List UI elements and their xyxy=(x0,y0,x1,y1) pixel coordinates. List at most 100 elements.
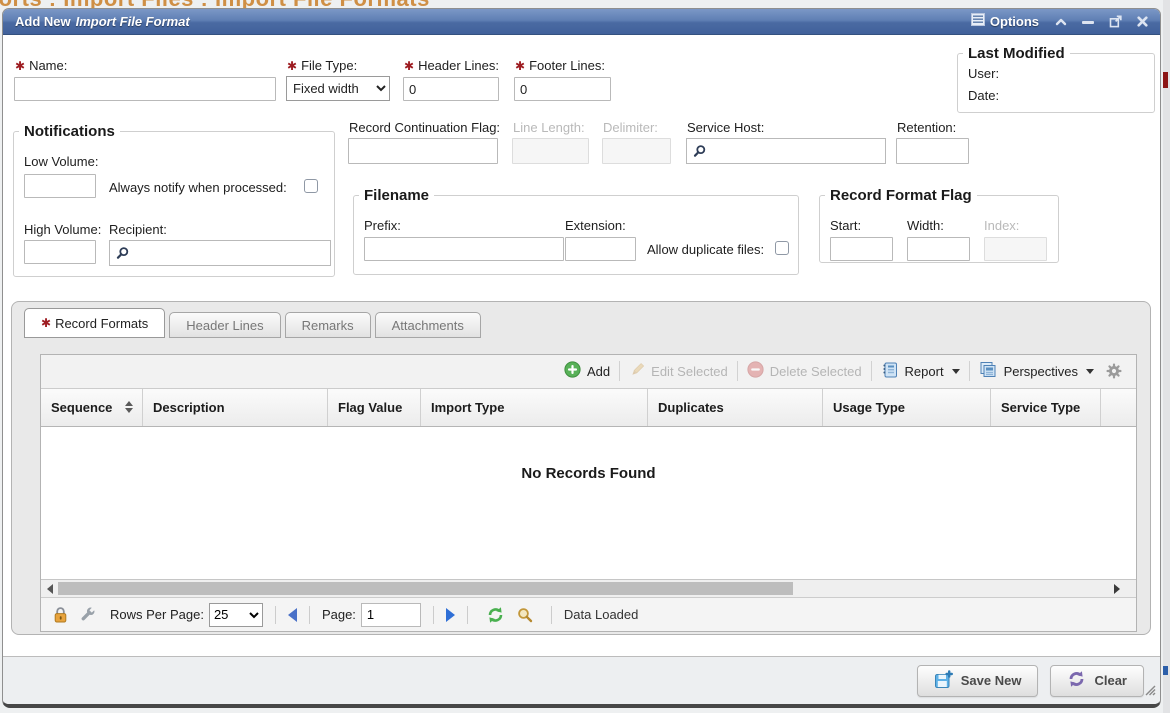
last-modified-legend: Last Modified xyxy=(963,45,1070,62)
start-label: Start: xyxy=(830,218,861,233)
last-modified-date-label: Date: xyxy=(968,88,999,103)
service-host-input[interactable] xyxy=(686,138,886,164)
grid-body: No Records Found xyxy=(41,427,1136,580)
clear-icon xyxy=(1067,670,1086,691)
always-notify-label: Always notify when processed: xyxy=(109,180,287,195)
save-new-button[interactable]: Save New xyxy=(917,665,1039,697)
tab-row: ✱Record Formats Header Lines Remarks Att… xyxy=(24,308,485,338)
service-host-lookup xyxy=(686,138,886,164)
index-input xyxy=(984,237,1047,261)
tab-attachments[interactable]: Attachments xyxy=(375,312,481,338)
popout-icon[interactable] xyxy=(1109,15,1122,28)
add-import-file-format-dialog: Add NewImport File Format Options xyxy=(2,8,1161,708)
extension-input[interactable] xyxy=(565,237,636,261)
tab-panel: ✱Record Formats Header Lines Remarks Att… xyxy=(11,301,1151,635)
record-formats-grid: Add Edit Selected Delete Selected xyxy=(40,354,1137,632)
page-input[interactable] xyxy=(361,603,421,627)
delimiter-input xyxy=(602,138,671,164)
rows-per-page-select[interactable]: 25 xyxy=(209,603,263,627)
close-icon[interactable] xyxy=(1137,16,1148,27)
grid-settings-gear-icon[interactable] xyxy=(1106,363,1122,379)
extension-label: Extension: xyxy=(565,218,626,233)
retention-label: Retention: xyxy=(897,120,956,135)
record-continuation-flag-input[interactable] xyxy=(348,138,498,164)
scrollbar-thumb[interactable] xyxy=(58,582,793,595)
horizontal-scrollbar xyxy=(41,579,1136,597)
options-button[interactable]: Options xyxy=(971,13,1039,31)
footer-lines-label: ✱Footer Lines: xyxy=(515,58,605,73)
grid-toolbar: Add Edit Selected Delete Selected xyxy=(41,355,1136,389)
dialog-titlebar: Add NewImport File Format Options xyxy=(3,9,1160,35)
report-button[interactable]: Report xyxy=(881,361,960,382)
column-header-description[interactable]: Description xyxy=(143,389,328,426)
filename-legend: Filename xyxy=(359,187,434,204)
tab-record-formats[interactable]: ✱Record Formats xyxy=(24,308,165,338)
delete-icon xyxy=(747,361,764,381)
clear-button[interactable]: Clear xyxy=(1050,665,1144,697)
column-header-sequence[interactable]: Sequence xyxy=(41,389,143,426)
lock-icon[interactable] xyxy=(53,606,68,623)
recipient-input[interactable] xyxy=(109,240,331,266)
prefix-input[interactable] xyxy=(364,237,564,261)
page-label: Page: xyxy=(322,607,356,622)
high-volume-input[interactable] xyxy=(24,240,96,264)
delete-selected-button[interactable]: Delete Selected xyxy=(747,361,862,381)
edit-icon xyxy=(629,362,645,381)
start-input[interactable] xyxy=(830,237,893,261)
add-button[interactable]: Add xyxy=(564,361,610,381)
rows-per-page-label: Rows Per Page: xyxy=(110,607,204,622)
tab-header-lines[interactable]: Header Lines xyxy=(169,312,280,338)
low-volume-label: Low Volume: xyxy=(24,154,98,169)
previous-page-icon[interactable] xyxy=(288,608,297,622)
report-caret-icon xyxy=(952,369,960,374)
retention-input[interactable] xyxy=(896,138,969,164)
grid-header-row: Sequence Description Flag Value Import T… xyxy=(41,389,1136,427)
record-format-flag-legend: Record Format Flag xyxy=(825,187,977,204)
always-notify-checkbox[interactable] xyxy=(304,179,318,193)
background-fragment xyxy=(1163,666,1168,675)
collapse-icon[interactable] xyxy=(1055,18,1067,26)
background-fragment xyxy=(1163,72,1168,88)
notifications-group: Notifications Low Volume: Always notify … xyxy=(13,123,335,277)
last-modified-group: Last Modified User: Date: xyxy=(957,45,1155,113)
minimize-icon[interactable] xyxy=(1082,17,1094,27)
refresh-icon[interactable] xyxy=(486,606,505,624)
high-volume-label: High Volume: xyxy=(24,222,101,237)
column-header-service-type[interactable]: Service Type xyxy=(991,389,1101,426)
allow-duplicate-label: Allow duplicate files: xyxy=(647,242,764,257)
header-lines-input[interactable] xyxy=(403,77,499,101)
allow-duplicate-checkbox[interactable] xyxy=(775,241,789,255)
line-length-label: Line Length: xyxy=(513,120,585,135)
service-host-label: Service Host: xyxy=(687,120,764,135)
resize-grip[interactable] xyxy=(1144,683,1156,701)
recipient-label: Recipient: xyxy=(109,222,167,237)
column-header-flag-value[interactable]: Flag Value xyxy=(328,389,421,426)
width-label: Width: xyxy=(907,218,944,233)
footer-lines-input[interactable] xyxy=(514,77,611,101)
dialog-title: Add NewImport File Format xyxy=(15,14,190,29)
sort-icon[interactable] xyxy=(125,401,133,413)
perspectives-icon xyxy=(979,361,998,382)
scroll-right-icon[interactable] xyxy=(1114,584,1120,594)
scroll-left-icon[interactable] xyxy=(47,584,53,594)
search-records-icon[interactable] xyxy=(517,607,533,623)
edit-selected-button[interactable]: Edit Selected xyxy=(629,362,728,381)
width-input[interactable] xyxy=(907,237,970,261)
prefix-label: Prefix: xyxy=(364,218,401,233)
line-length-input xyxy=(512,138,589,164)
wrench-icon[interactable] xyxy=(80,607,96,623)
add-icon xyxy=(564,361,581,381)
perspectives-button[interactable]: Perspectives xyxy=(979,361,1094,382)
filename-group: Filename Prefix: Extension: Allow duplic… xyxy=(353,187,799,275)
record-format-flag-group: Record Format Flag Start: Width: Index: xyxy=(819,187,1059,263)
column-header-duplicates[interactable]: Duplicates xyxy=(648,389,823,426)
next-page-icon[interactable] xyxy=(446,608,455,622)
low-volume-input[interactable] xyxy=(24,174,96,198)
column-header-usage-type[interactable]: Usage Type xyxy=(823,389,991,426)
name-input[interactable] xyxy=(14,77,276,101)
column-header-import-type[interactable]: Import Type xyxy=(421,389,648,426)
record-continuation-flag-label: Record Continuation Flag: xyxy=(349,120,500,135)
form-area: ✱Name: ✱File Type: Fixed width ✱Header L… xyxy=(3,35,1160,301)
tab-remarks[interactable]: Remarks xyxy=(285,312,371,338)
file-type-select[interactable]: Fixed width xyxy=(286,76,390,101)
